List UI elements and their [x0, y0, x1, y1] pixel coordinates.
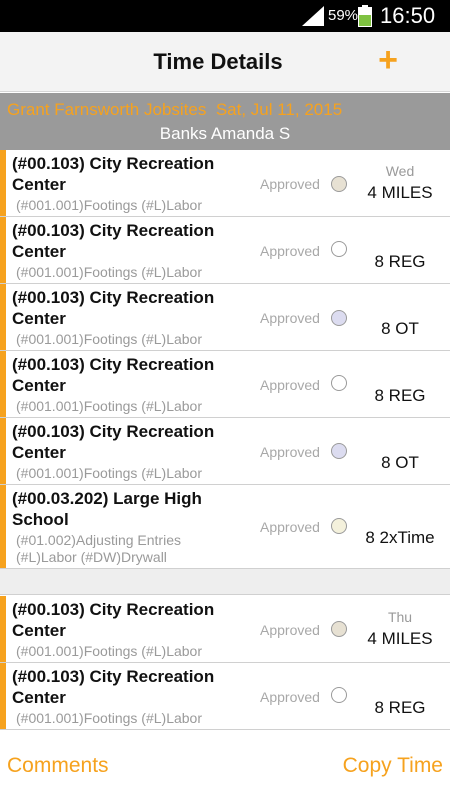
- time-entry-row[interactable]: (#00.103) City Recreation Center (#001.0…: [0, 596, 450, 663]
- signal-icon: [302, 6, 324, 26]
- company-name: Grant Farnsworth Jobsites: [7, 100, 207, 119]
- row-accent: [0, 418, 6, 484]
- job-name: (#00.103) City Recreation Center: [12, 422, 215, 462]
- time-entry-row[interactable]: (#00.103) City Recreation Center (#001.0…: [0, 663, 450, 730]
- cost-code: (#001.001)Footings (#L)Labor: [16, 264, 203, 280]
- copy-time-button[interactable]: Copy Time: [343, 754, 443, 778]
- status-radio[interactable]: [331, 176, 347, 192]
- battery-percent: 59%: [328, 7, 359, 24]
- status-radio[interactable]: [331, 443, 347, 459]
- job-name: (#00.103) City Recreation Center: [12, 667, 215, 707]
- hours-value: 8 2xTime: [365, 528, 435, 547]
- day-label: Thu: [387, 609, 413, 625]
- time-entry-row[interactable]: (#00.103) City Recreation Center (#001.0…: [0, 351, 450, 418]
- day-separator: [0, 569, 450, 595]
- jobsite-banner: Grant Farnsworth Jobsites Sat, Jul 11, 2…: [0, 93, 450, 150]
- app-header: Time Details +: [0, 32, 450, 92]
- status-radio[interactable]: [331, 310, 347, 326]
- time-entry-row[interactable]: (#00.03.202) Large High School (#01.002)…: [0, 485, 450, 569]
- job-name: (#00.103) City Recreation Center: [12, 221, 215, 261]
- cost-code: (#001.001)Footings (#L)Labor: [16, 465, 203, 481]
- job-name: (#00.103) City Recreation Center: [12, 154, 215, 194]
- entry-date: Sat, Jul 11, 2015: [215, 100, 343, 119]
- time-entry-row[interactable]: (#00.103) City Recreation Center (#001.0…: [0, 150, 450, 217]
- row-accent: [0, 284, 6, 350]
- approval-status: Approved: [260, 519, 320, 535]
- comments-button[interactable]: Comments: [7, 754, 109, 778]
- status-radio[interactable]: [331, 687, 347, 703]
- job-name: (#00.03.202) Large High School: [12, 489, 202, 529]
- status-radio[interactable]: [331, 621, 347, 637]
- hours-value: 4 MILES: [367, 629, 433, 648]
- row-accent: [0, 351, 6, 417]
- bottom-actions: Comments Copy Time: [0, 740, 450, 800]
- approval-status: Approved: [260, 444, 320, 460]
- time-entry-row[interactable]: (#00.103) City Recreation Center (#001.0…: [0, 217, 450, 284]
- approval-status: Approved: [260, 176, 320, 192]
- cost-code: (#001.001)Footings (#L)Labor: [16, 197, 203, 213]
- job-name: (#00.103) City Recreation Center: [12, 288, 215, 328]
- approval-status: Approved: [260, 310, 320, 326]
- cost-code: (#001.001)Footings (#L)Labor: [16, 710, 203, 726]
- status-bar: 59% 16:50: [0, 0, 450, 32]
- approval-status: Approved: [260, 622, 320, 638]
- row-accent: [0, 596, 6, 662]
- hours-value: 8 REG: [374, 252, 426, 271]
- add-time-button[interactable]: +: [368, 40, 408, 80]
- employee-name: Banks Amanda S: [159, 124, 291, 143]
- status-radio[interactable]: [331, 241, 347, 257]
- row-accent: [0, 150, 6, 216]
- cost-code: (#01.002)Adjusting Entries (#L)Labor (#D…: [16, 532, 181, 565]
- job-name: (#00.103) City Recreation Center: [12, 600, 215, 640]
- hours-value: 8 OT: [381, 319, 419, 338]
- hours-value: 8 REG: [374, 386, 426, 405]
- status-radio[interactable]: [331, 375, 347, 391]
- job-name: (#00.103) City Recreation Center: [12, 355, 215, 395]
- hours-value: 8 REG: [374, 698, 426, 717]
- approval-status: Approved: [260, 377, 320, 393]
- hours-value: 8 OT: [381, 453, 419, 472]
- plus-icon: +: [378, 41, 398, 79]
- day-label: Wed: [385, 163, 415, 179]
- hours-value: 4 MILES: [367, 183, 433, 202]
- cost-code: (#001.001)Footings (#L)Labor: [16, 331, 203, 347]
- row-accent: [0, 663, 6, 729]
- cost-code: (#001.001)Footings (#L)Labor: [16, 398, 203, 414]
- status-radio[interactable]: [331, 518, 347, 534]
- time-entry-row[interactable]: (#00.103) City Recreation Center (#001.0…: [0, 418, 450, 485]
- battery-icon: [358, 5, 372, 27]
- row-accent: [0, 485, 6, 568]
- approval-status: Approved: [260, 243, 320, 259]
- cost-code: (#001.001)Footings (#L)Labor: [16, 643, 203, 659]
- row-accent: [0, 217, 6, 283]
- time-entry-row[interactable]: (#00.103) City Recreation Center (#001.0…: [0, 284, 450, 351]
- clock: 16:50: [380, 3, 436, 28]
- approval-status: Approved: [260, 689, 320, 705]
- company-date: Grant Farnsworth Jobsites Sat, Jul 11, 2…: [7, 100, 342, 120]
